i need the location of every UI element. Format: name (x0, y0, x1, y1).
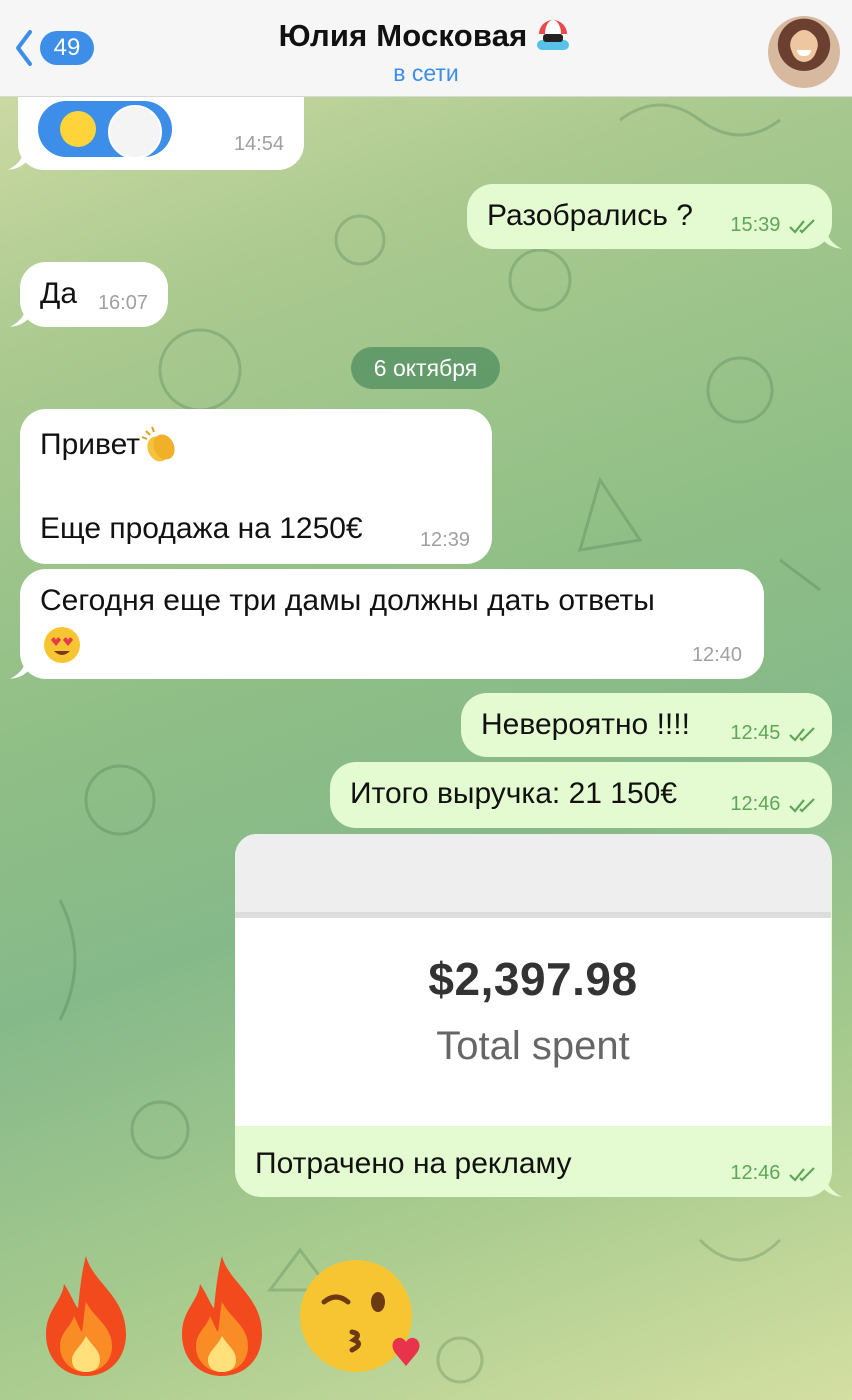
message-time: 12:46 (730, 793, 818, 816)
contact-avatar[interactable] (768, 16, 840, 88)
message-text: Невероятно !!!! (481, 708, 690, 741)
message-time: 12:45 (730, 722, 818, 745)
image-label-text: Total spent (436, 1024, 630, 1068)
clapping-hands-emoji-icon (141, 426, 175, 462)
message-text-line2: Еще продажа на 1250€ (40, 512, 363, 545)
scream-emoji-icon (60, 111, 96, 147)
contact-name: Юлия Московая (278, 18, 528, 53)
message-outgoing[interactable]: Итого выручка: 21 150€ 12:46 (330, 762, 832, 828)
message-text: Разобрались ? (487, 199, 693, 232)
message-time: 12:40 (691, 644, 742, 666)
heart-eyes-emoji-icon (44, 627, 80, 663)
message-outgoing[interactable]: Невероятно !!!! 12:45 (461, 693, 832, 757)
message-outgoing[interactable]: Разобрались ? 15:39 (467, 184, 842, 249)
message-time: 15:39 (730, 214, 818, 237)
message-time: 14:54 (233, 133, 284, 155)
date-separator: 6 октября (351, 347, 500, 389)
message-incoming[interactable]: Сегодня еще три дамы должны дать ответы … (10, 569, 764, 679)
message-text: Итого выручка: 21 150€ (350, 777, 678, 810)
double-check-icon (789, 1166, 815, 1182)
chat-header: 49 Юлия Московая в сети (0, 0, 852, 97)
chat-title-area[interactable]: Юлия Московая в сети (0, 16, 852, 87)
fire-icon (182, 1256, 262, 1376)
kiss-wink-icon (300, 1260, 420, 1372)
beach-emoji-icon (537, 20, 570, 50)
message-text: Да (40, 277, 78, 310)
double-check-icon (789, 726, 815, 742)
message-incoming[interactable]: Привет Еще продажа на 1250€ 12:39 (20, 409, 492, 564)
message-incoming[interactable]: Да 16:07 (10, 262, 168, 327)
double-check-icon (789, 218, 815, 234)
sticker-avatar (108, 105, 162, 159)
online-status: в сети (393, 60, 459, 86)
message-text: Сегодня еще три дамы должны дать ответы (40, 584, 655, 617)
message-time: 12:46 (730, 1162, 818, 1185)
image-caption: Потрачено на рекламу (255, 1147, 572, 1180)
sticker-chip[interactable] (38, 101, 172, 159)
image-amount-text: $2,397.98 (428, 953, 638, 1005)
message-text-line1: Привет (40, 425, 180, 465)
attached-screenshot-image[interactable]: $2,397.98 Total spent (235, 834, 831, 1126)
fire-icon (46, 1256, 126, 1376)
message-time: 12:39 (419, 529, 470, 551)
message-time: 16:07 (97, 292, 148, 314)
double-check-icon (789, 797, 815, 813)
